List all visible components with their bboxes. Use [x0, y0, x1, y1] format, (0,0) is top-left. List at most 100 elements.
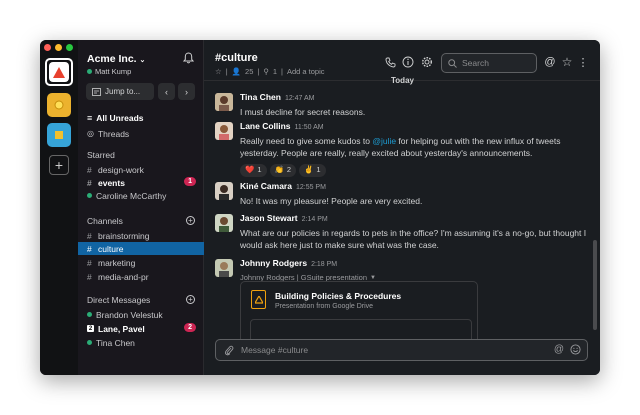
channel-info-button[interactable] [402, 56, 414, 68]
member-count[interactable]: 25 [245, 67, 253, 76]
chevron-left-icon: ‹ [165, 86, 168, 97]
sidebar-item-brandon-velestuk[interactable]: Brandon Velestuk [78, 308, 204, 321]
channel-title[interactable]: #culture [215, 52, 258, 64]
emoji-button[interactable] [570, 344, 581, 357]
jump-to-button[interactable]: Jump to... [86, 83, 154, 100]
sidebar-item-culture[interactable]: # culture [78, 242, 204, 255]
hash-icon: # [87, 230, 92, 241]
composer-actions: @ [554, 344, 581, 357]
sidebar: Acme Inc. ⌄ Matt Kump Jump to... ‹ › ≡ Al… [78, 40, 204, 375]
message: Tina Chen 12:47 AM I must decline for sec… [215, 91, 588, 118]
message-timestamp[interactable]: 12:47 AM [285, 95, 315, 102]
sidebar-item-threads[interactable]: ◎ Threads [78, 127, 204, 140]
smiley-icon [570, 344, 581, 355]
google-slides-icon [251, 290, 266, 309]
attach-file-button[interactable] [224, 345, 234, 358]
message-text: No! It was my pleasure! People are very … [240, 195, 423, 206]
workspace-3[interactable] [47, 123, 71, 147]
add-channel-button[interactable]: + [186, 216, 195, 225]
at-icon: @ [544, 56, 556, 68]
message-author[interactable]: Jason Stewart [240, 213, 298, 223]
starred-items-button[interactable]: ☆ [561, 55, 573, 69]
workspace-acme[interactable] [45, 58, 73, 86]
workspace-rail: + [40, 40, 78, 375]
message-timestamp[interactable]: 2:14 PM [302, 216, 328, 223]
add-dm-button[interactable]: + [186, 295, 195, 304]
hash-icon: # [87, 164, 92, 175]
reaction-heart[interactable]: ❤️ 1 [240, 163, 267, 177]
window-controls [44, 44, 73, 51]
add-workspace-button[interactable]: + [49, 155, 69, 175]
star-outline-icon[interactable]: ☆ [215, 67, 222, 76]
avatar[interactable] [215, 259, 233, 277]
message-author[interactable]: Lane Collins [240, 121, 291, 131]
avatar[interactable] [215, 93, 233, 111]
close-window-button[interactable] [44, 44, 51, 51]
at-icon: @ [553, 344, 564, 355]
sidebar-item-brainstorming[interactable]: # brainstorming [78, 229, 204, 242]
message-text: Really need to give some kudos to @julie… [240, 135, 561, 159]
members-icon: 👤 [231, 67, 242, 76]
pin-icon: ⚲ [263, 67, 269, 76]
threads-icon: ◎ [87, 129, 94, 138]
channel-settings-button[interactable] [421, 56, 433, 68]
info-icon [402, 56, 414, 68]
message-timestamp[interactable]: 2:18 PM [311, 261, 337, 268]
sidebar-item-lane-pavel[interactable]: 2 Lane, Pavel 2 [78, 322, 204, 335]
reaction-clap[interactable]: 👏 2 [269, 163, 297, 177]
channel-view: #culture ☆ | 👤 25 | ⚲ 1 | Add a topic Sear… [204, 40, 600, 375]
list-icon: ≡ [87, 112, 93, 123]
sidebar-item-all-unreads[interactable]: ≡ All Unreads [78, 111, 204, 124]
add-topic-link[interactable]: Add a topic [287, 67, 325, 76]
workspace-2[interactable] [47, 93, 71, 117]
reactions-bar: ❤️ 1 👏 2 ✌️ 1 [240, 163, 588, 177]
pin-count[interactable]: 1 [273, 67, 277, 76]
message-scrollbar[interactable] [593, 240, 597, 330]
date-divider: Today [391, 76, 414, 85]
chevron-down-icon: ⌄ [139, 57, 146, 64]
plus-icon: + [188, 216, 193, 225]
message-input[interactable]: Message #culture @ [215, 339, 588, 361]
notifications-button[interactable] [182, 52, 195, 66]
forward-button[interactable]: › [178, 83, 195, 100]
app-window: + Acme Inc. ⌄ Matt Kump Jump to... ‹ › ≡… [40, 40, 600, 375]
avatar[interactable] [215, 214, 233, 232]
more-button[interactable]: ⋮ [577, 56, 589, 69]
bell-icon [182, 52, 195, 64]
paperclip-icon [224, 345, 234, 356]
minimize-window-button[interactable] [55, 44, 62, 51]
message-author[interactable]: Kiné Camara [240, 181, 292, 191]
attachment-subtitle: Presentation from Google Drive [275, 303, 374, 310]
search-icon [448, 58, 457, 68]
reaction-victory[interactable]: ✌️ 1 [299, 163, 326, 177]
message-timestamp[interactable]: 11:50 AM [295, 124, 324, 131]
chevron-right-icon: › [185, 86, 188, 97]
plus-icon: + [188, 295, 193, 304]
back-button[interactable]: ‹ [158, 83, 175, 100]
workspace-name[interactable]: Acme Inc. ⌄ [87, 53, 145, 65]
avatar[interactable] [215, 122, 233, 140]
hash-icon: # [87, 257, 92, 268]
sidebar-item-tina-chen[interactable]: Tina Chen [78, 336, 204, 349]
heart-icon: ❤️ [245, 164, 255, 174]
mentions-button[interactable]: @ [544, 56, 556, 68]
search-input[interactable]: Search [441, 53, 537, 73]
attachment-title[interactable]: Building Policies & Procedures [275, 291, 401, 301]
sidebar-item-caroline-mccarthy[interactable]: Caroline McCarthy [78, 189, 204, 202]
user-mention-link[interactable]: @julie [372, 136, 396, 146]
sidebar-item-marketing[interactable]: # marketing [78, 256, 204, 269]
message-author[interactable]: Tina Chen [240, 92, 281, 102]
maximize-window-button[interactable] [66, 44, 73, 51]
mention-button[interactable]: @ [554, 344, 564, 357]
avatar[interactable] [215, 182, 233, 200]
message: Johnny Rodgers 2:18 PM Johnny Rodgers | G… [215, 257, 588, 284]
call-button[interactable] [384, 56, 396, 68]
message-timestamp[interactable]: 12:55 PM [296, 184, 326, 191]
square-icon [55, 131, 63, 139]
presence-dot-icon [87, 69, 92, 74]
sidebar-item-media-and-pr[interactable]: # media-and-pr [78, 270, 204, 283]
sidebar-item-events[interactable]: # events 1 [78, 176, 204, 189]
sidebar-item-design-work[interactable]: # design-work [78, 163, 204, 176]
presence-dot-icon [87, 193, 92, 198]
message-author[interactable]: Johnny Rodgers [240, 258, 307, 268]
